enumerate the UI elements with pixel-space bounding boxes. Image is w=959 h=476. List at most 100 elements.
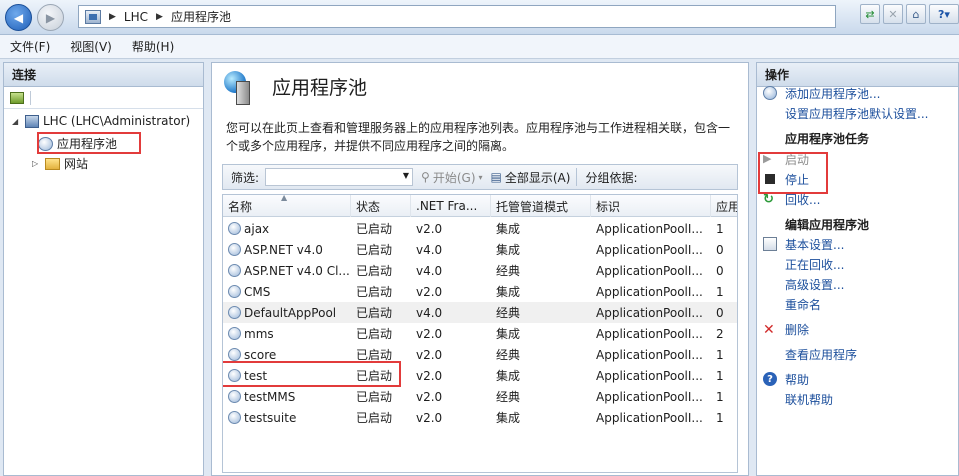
- cell-net: v2.0: [411, 323, 491, 344]
- cell-text: score: [244, 347, 277, 362]
- breadcrumb-separator-icon: ▶: [109, 11, 116, 22]
- recycling-label: 正在回收...: [785, 257, 845, 272]
- back-button[interactable]: ◀: [5, 4, 32, 31]
- connect-button[interactable]: [10, 91, 24, 104]
- cell-text: ApplicationPoolI...: [596, 326, 703, 341]
- table-row[interactable]: testMMS 已启动 v2.0 经典 ApplicationPoolI... 1: [223, 386, 737, 407]
- cell-text: v2.0: [416, 326, 443, 341]
- column-applications[interactable]: 应用: [711, 195, 737, 217]
- cell-text: v2.0: [416, 389, 443, 404]
- cell-text: 集成: [496, 411, 521, 425]
- cell-name: ASP.NET v4.0: [223, 239, 351, 260]
- refresh-button[interactable]: ⇄: [860, 4, 880, 24]
- cell-text: 已启动: [356, 390, 393, 404]
- cell-text: 1: [716, 347, 724, 362]
- add-app-pool-label: 添加应用程序池...: [785, 86, 881, 101]
- cell-status: 已启动: [351, 302, 411, 323]
- breadcrumb-server[interactable]: LHC: [124, 10, 148, 24]
- table-row[interactable]: mms 已启动 v2.0 集成 ApplicationPoolI... 2: [223, 323, 737, 344]
- cell-name: DefaultAppPool: [223, 302, 351, 323]
- cell-net: v2.0: [411, 344, 491, 365]
- cell-apps: 0: [711, 239, 737, 260]
- cell-text: 集成: [496, 369, 521, 383]
- cell-text: ajax: [244, 221, 270, 236]
- table-row[interactable]: CMS 已启动 v2.0 集成 ApplicationPoolI... 1: [223, 281, 737, 302]
- actions-panel: 操作 添加应用程序池... 设置应用程序池默认设置... 应用程序池任务 ▶ 启…: [756, 62, 959, 476]
- expand-icon[interactable]: ▷: [32, 159, 41, 168]
- table-row[interactable]: ajax 已启动 v2.0 集成 ApplicationPoolI... 1: [223, 218, 737, 239]
- cell-text: 经典: [496, 390, 521, 404]
- tree-node-sites[interactable]: ▷ 网站: [32, 155, 88, 172]
- tree-node-server[interactable]: ◢ LHC (LHC\Administrator): [12, 114, 190, 128]
- forward-button[interactable]: ▶: [37, 4, 64, 31]
- advanced-settings-label: 高级设置...: [785, 277, 845, 292]
- cell-mode: 集成: [491, 407, 591, 428]
- breadcrumb-app-pools[interactable]: 应用程序池: [171, 8, 231, 25]
- view-applications-label: 查看应用程序: [785, 347, 858, 362]
- cell-text: ApplicationPoolI...: [596, 389, 703, 404]
- filter-start-button[interactable]: ⚲ 开始(G) ▾: [421, 169, 482, 186]
- column-pipeline-mode[interactable]: 托管管道模式: [491, 195, 591, 217]
- cell-identity: ApplicationPoolI...: [591, 281, 711, 302]
- cell-apps: 1: [711, 218, 737, 239]
- cell-mode: 集成: [491, 218, 591, 239]
- cell-identity: ApplicationPoolI...: [591, 407, 711, 428]
- cell-text: v2.0: [416, 347, 443, 362]
- show-all-label: 全部显示(A): [504, 170, 571, 185]
- collapse-icon[interactable]: ◢: [12, 117, 21, 126]
- address-bar[interactable]: ▶ LHC ▶ 应用程序池: [78, 5, 836, 28]
- cell-status: 已启动: [351, 281, 411, 302]
- filter-input[interactable]: [265, 168, 414, 186]
- basic-settings-label: 基本设置...: [785, 237, 845, 252]
- cell-name: mms: [223, 323, 351, 344]
- cell-net: v4.0: [411, 302, 491, 323]
- online-help-label: 联机帮助: [785, 392, 834, 407]
- highlight-box: [758, 152, 828, 194]
- help-menu-button[interactable]: ?▾: [929, 4, 959, 24]
- column-identity[interactable]: 标识: [591, 195, 711, 217]
- cell-identity: ApplicationPoolI...: [591, 323, 711, 344]
- menu-help[interactable]: 帮助(H): [132, 38, 174, 55]
- cell-text: v4.0: [416, 263, 443, 278]
- tree-node-server-label: LHC (LHC\Administrator): [43, 114, 191, 128]
- column-name[interactable]: 名称 ▲: [223, 195, 351, 217]
- cell-mode: 集成: [491, 281, 591, 302]
- stop-button[interactable]: ✕: [883, 4, 903, 24]
- cell-apps: 0: [711, 302, 737, 323]
- show-all-button[interactable]: ▤ 全部显示(A): [491, 169, 571, 186]
- column-status[interactable]: 状态: [351, 195, 411, 217]
- table-row[interactable]: DefaultAppPool 已启动 v4.0 经典 ApplicationPoolI.…: [223, 302, 737, 323]
- features-view: 应用程序池 您可以在此页上查看和管理服务器上的应用程序池列表。应用程序池与工作进…: [211, 62, 749, 476]
- home-button[interactable]: ⌂: [906, 4, 926, 24]
- cell-text: 已启动: [356, 306, 393, 320]
- cell-mode: 集成: [491, 323, 591, 344]
- cell-text: v2.0: [416, 221, 443, 236]
- table-row[interactable]: ASP.NET v4.0 已启动 v4.0 集成 ApplicationPoolI...…: [223, 239, 737, 260]
- home-icon: ⌂: [912, 7, 920, 21]
- cell-status: 已启动: [351, 260, 411, 281]
- cell-status: 已启动: [351, 323, 411, 344]
- menu-file[interactable]: 文件(F): [10, 38, 50, 55]
- cell-text: 1: [716, 221, 724, 236]
- cell-text: 2: [716, 326, 724, 341]
- cell-identity: ApplicationPoolI...: [591, 218, 711, 239]
- table-row[interactable]: testsuite 已启动 v2.0 集成 ApplicationPoolI... 1: [223, 407, 737, 428]
- cell-net: v2.0: [411, 407, 491, 428]
- add-pool-icon: [763, 86, 777, 100]
- cell-text: 1: [716, 410, 724, 425]
- cell-text: ApplicationPoolI...: [596, 221, 703, 236]
- cell-apps: 0: [711, 260, 737, 281]
- group-by-label[interactable]: 分组依据:: [585, 169, 637, 186]
- cell-identity: ApplicationPoolI...: [591, 302, 711, 323]
- cell-text: 集成: [496, 243, 521, 257]
- cell-apps: 2: [711, 323, 737, 344]
- menu-view[interactable]: 视图(V): [70, 38, 112, 55]
- cell-text: testsuite: [244, 410, 297, 425]
- cell-text: ApplicationPoolI...: [596, 263, 703, 278]
- cell-text: 1: [716, 284, 724, 299]
- cell-net: v2.0: [411, 365, 491, 386]
- column-net-framework[interactable]: .NET Fra...: [411, 195, 491, 217]
- app-pools-large-icon: [224, 71, 256, 105]
- table-row[interactable]: ASP.NET v4.0 Cl... 已启动 v4.0 经典 ApplicationPo…: [223, 260, 737, 281]
- cell-mode: 集成: [491, 365, 591, 386]
